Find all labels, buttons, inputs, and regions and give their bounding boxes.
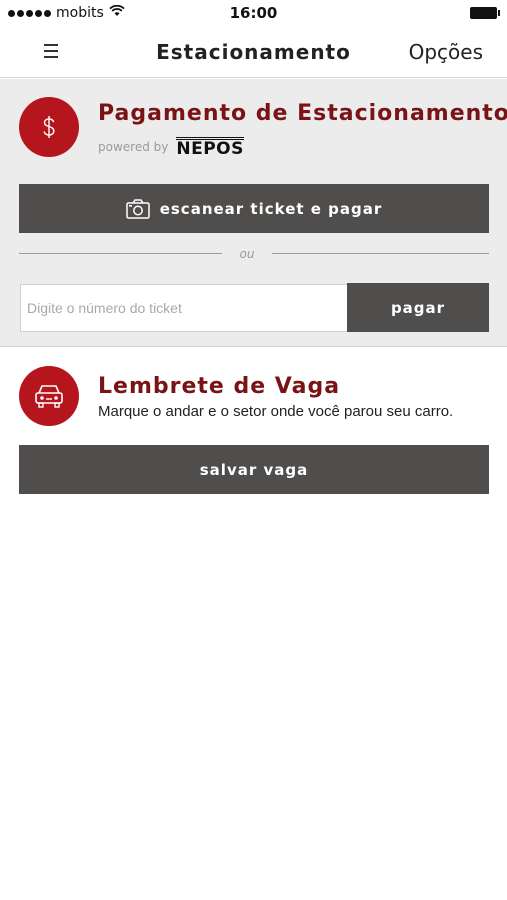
payment-title: Pagamento de Estacionamento: [98, 101, 507, 126]
powered-by-label: powered by: [98, 140, 169, 154]
battery-icon: [470, 7, 500, 19]
camera-icon: [125, 198, 150, 219]
scan-ticket-button[interactable]: escanear ticket e pagar: [19, 184, 489, 233]
car-icon: [19, 366, 79, 426]
dollar-icon: [19, 97, 79, 157]
pay-button-label: pagar: [390, 298, 446, 317]
pay-button[interactable]: pagar: [347, 283, 489, 332]
nepos-logo: NEPOS: [176, 137, 244, 159]
divider-left: [19, 253, 222, 254]
nav-bar: Estacionamento Opções: [0, 28, 507, 78]
powered-by: powered by NEPOS: [98, 137, 244, 159]
payment-panel: Pagamento de Estacionamento powered by N…: [0, 79, 507, 347]
save-spot-button[interactable]: salvar vaga: [19, 445, 489, 494]
status-bar: mobits 16:00: [0, 0, 507, 28]
scan-button-label: escanear ticket e pagar: [159, 199, 383, 218]
save-button-label: salvar vaga: [199, 460, 309, 479]
ticket-number-input[interactable]: [20, 284, 348, 332]
divider-text: ou: [239, 247, 255, 261]
reminder-title: Lembrete de Vaga: [98, 374, 341, 399]
reminder-description: Marque o andar e o setor onde você parou…: [98, 403, 454, 420]
options-button[interactable]: Opções: [409, 40, 483, 64]
divider-right: [272, 253, 489, 254]
status-time: 16:00: [229, 4, 278, 22]
